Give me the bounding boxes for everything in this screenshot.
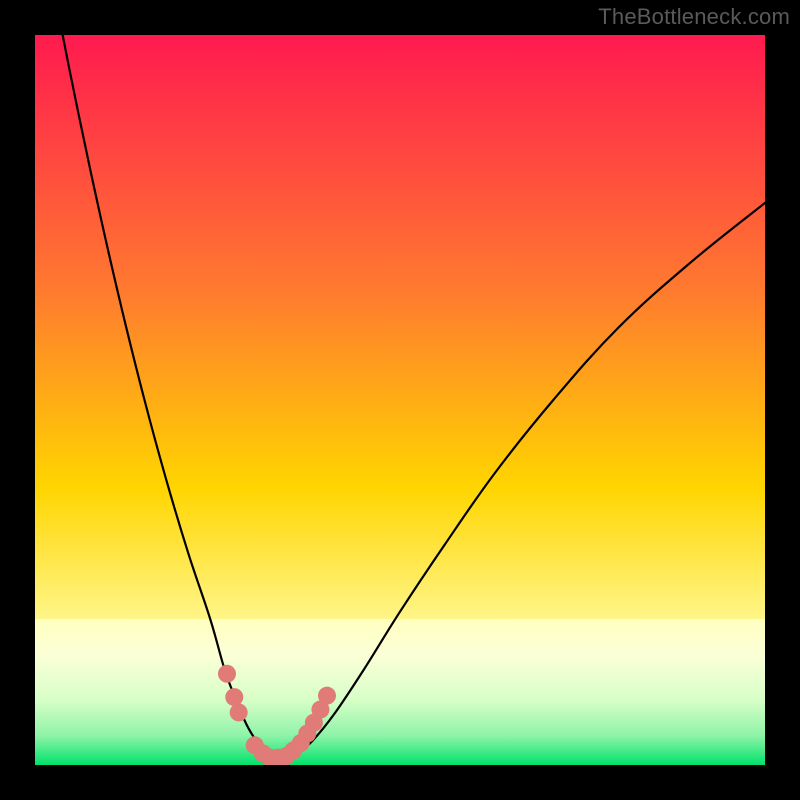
marker-dot	[225, 688, 243, 706]
bottleneck-chart	[35, 35, 765, 765]
watermark-text: TheBottleneck.com	[598, 4, 790, 30]
desaturated-band	[35, 619, 765, 765]
marker-dot	[218, 665, 236, 683]
marker-dot	[318, 687, 336, 705]
chart-frame: TheBottleneck.com	[0, 0, 800, 800]
plot-area	[35, 35, 765, 765]
marker-dot	[230, 703, 248, 721]
